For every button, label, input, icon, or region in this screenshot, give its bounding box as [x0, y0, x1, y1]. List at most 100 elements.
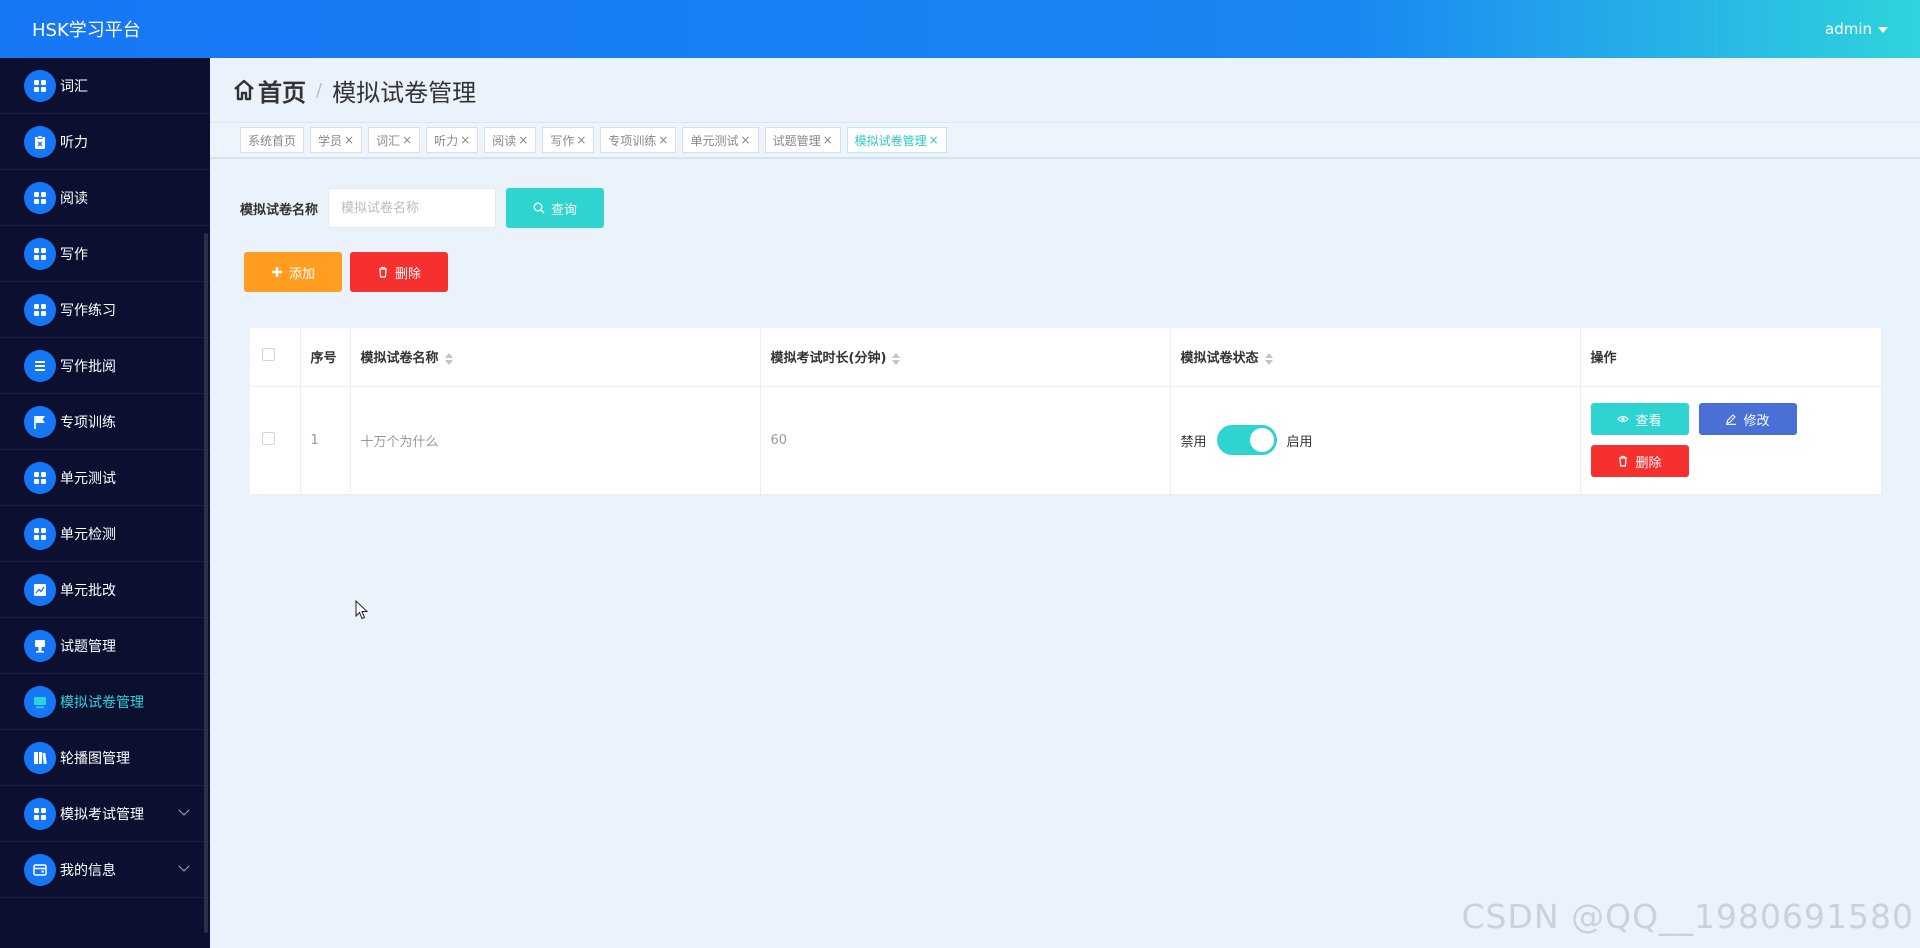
close-icon[interactable]: × — [741, 133, 751, 147]
tag-item[interactable]: 阅读 × — [484, 127, 537, 153]
tag-item[interactable]: 写作 × — [542, 127, 595, 153]
close-icon[interactable]: × — [929, 133, 939, 147]
search-input[interactable] — [328, 188, 497, 228]
row-checkbox[interactable] — [262, 431, 275, 445]
user-menu[interactable]: admin — [1825, 20, 1888, 38]
sidebar-item[interactable]: 模拟考试管理 — [0, 786, 210, 842]
view-button[interactable]: 查看 — [1590, 403, 1689, 435]
tag-item[interactable]: 试题管理 × — [764, 127, 841, 153]
column-duration-label: 模拟考试时长(分钟) — [770, 351, 887, 367]
search-icon — [533, 202, 545, 214]
status-off-label: 禁用 — [1180, 434, 1207, 450]
sort-icon[interactable] — [892, 352, 901, 365]
tag-item[interactable]: 词汇 × — [368, 127, 421, 153]
close-icon[interactable]: × — [823, 133, 833, 147]
breadcrumb-home[interactable]: 首页 — [258, 73, 306, 108]
sidebar-item[interactable]: 听力 — [0, 114, 210, 170]
close-icon[interactable]: × — [344, 133, 354, 147]
close-icon[interactable]: × — [460, 133, 470, 147]
sidebar-item[interactable]: 写作练习 — [0, 282, 210, 338]
sidebar-item[interactable]: 单元批改 — [0, 562, 210, 618]
sidebar-item[interactable]: 我的信息 — [0, 842, 210, 898]
chart-icon — [24, 573, 56, 606]
column-name[interactable]: 模拟试卷名称 — [350, 328, 761, 387]
sidebar-item-label: 轮播图管理 — [60, 750, 130, 767]
sidebar-item[interactable]: 单元检测 — [0, 506, 210, 562]
row-duration: 60 — [760, 386, 1171, 495]
grid-icon — [24, 69, 56, 102]
row-action-buttons: 查看 修改 删除 — [1590, 395, 1882, 485]
sidebar-item[interactable]: 模拟试卷管理 — [0, 674, 210, 730]
mouse-cursor-icon — [355, 600, 369, 620]
sidebar-item[interactable]: 写作批阅 — [0, 338, 210, 394]
tag-label: 阅读 — [492, 133, 517, 148]
column-duration[interactable]: 模拟考试时长(分钟) — [760, 328, 1171, 387]
select-all-checkbox[interactable] — [262, 348, 275, 362]
edit-button[interactable]: 修改 — [1698, 403, 1797, 435]
brand-title: HSK学习平台 — [32, 20, 141, 41]
sidebar-item-label: 词汇 — [60, 78, 88, 95]
close-icon[interactable]: × — [576, 133, 586, 147]
list-icon — [24, 349, 56, 382]
sidebar-item-label: 我的信息 — [60, 862, 116, 879]
delete-button-label: 删除 — [394, 266, 421, 282]
edit-icon — [1726, 414, 1737, 425]
row-delete-button[interactable]: 删除 — [1590, 445, 1689, 477]
tag-item[interactable]: 系统首页 — [240, 127, 305, 153]
flag-icon — [24, 405, 56, 438]
sort-icon[interactable] — [444, 352, 453, 365]
sidebar-item[interactable]: 写作 — [0, 226, 210, 282]
toolbar-actions: 添加 删除 — [244, 252, 448, 292]
grid-icon — [24, 237, 56, 270]
column-status[interactable]: 模拟试卷状态 — [1170, 328, 1581, 387]
sidebar-item-label: 阅读 — [60, 190, 88, 207]
toggle-knob — [1249, 428, 1274, 452]
breadcrumb-separator: / — [316, 79, 323, 101]
book-icon — [24, 741, 56, 774]
sidebar-item[interactable]: 单元测试 — [0, 450, 210, 506]
status-switch-group: 禁用 启用 — [1181, 425, 1580, 455]
top-header: HSK学习平台 admin — [0, 0, 1920, 58]
close-icon[interactable]: × — [402, 133, 412, 147]
close-icon[interactable]: × — [518, 133, 528, 147]
tag-label: 学员 — [318, 133, 343, 148]
sidebar-scrollbar[interactable] — [204, 233, 208, 933]
sidebar-item[interactable]: 专项训练 — [0, 394, 210, 450]
sort-icon[interactable] — [1264, 352, 1273, 365]
wallet-icon — [24, 853, 56, 886]
status-toggle[interactable] — [1216, 425, 1277, 455]
sidebar-item[interactable]: 试题管理 — [0, 618, 210, 674]
delete-button[interactable]: 删除 — [350, 252, 448, 292]
grid-icon — [24, 797, 56, 830]
sidebar-item-label: 单元测试 — [60, 470, 116, 487]
chevron-down-icon — [178, 804, 190, 816]
close-icon[interactable]: × — [658, 133, 668, 147]
sidebar-item-label: 写作 — [60, 246, 88, 263]
stamp-icon — [24, 629, 56, 662]
tag-item[interactable]: 单元测试 × — [682, 127, 759, 153]
trash-icon — [378, 266, 387, 278]
sidebar-item[interactable]: 词汇 — [0, 58, 210, 114]
edit-button-label: 修改 — [1743, 413, 1770, 429]
row-delete-button-label: 删除 — [1635, 455, 1662, 471]
trash-icon — [1619, 455, 1628, 467]
tag-item[interactable]: 专项训练 × — [600, 127, 677, 153]
tag-item[interactable]: 学员 × — [310, 127, 363, 153]
row-name: 十万个为什么 — [350, 386, 761, 495]
row-status: 禁用 启用 — [1170, 386, 1581, 495]
table-row: 1 十万个为什么 60 禁用 启用 查看 修改 删除 — [250, 386, 1882, 495]
sidebar-item-label: 单元检测 — [60, 526, 116, 543]
search-button[interactable]: 查询 — [506, 188, 605, 228]
column-status-label: 模拟试卷状态 — [1180, 351, 1259, 367]
chevron-down-icon — [178, 860, 190, 872]
sidebar-item[interactable]: 轮播图管理 — [0, 730, 210, 786]
caret-down-icon — [1878, 27, 1888, 33]
tag-item[interactable]: 模拟试卷管理 × — [846, 127, 947, 153]
add-button[interactable]: 添加 — [244, 252, 342, 292]
tag-item[interactable]: 听力 × — [426, 127, 479, 153]
tag-label: 词汇 — [376, 133, 401, 148]
sidebar-item[interactable]: 阅读 — [0, 170, 210, 226]
sidebar-item-label: 听力 — [60, 134, 88, 151]
plus-icon — [271, 267, 282, 277]
sidebar-item-label: 写作练习 — [60, 302, 116, 319]
